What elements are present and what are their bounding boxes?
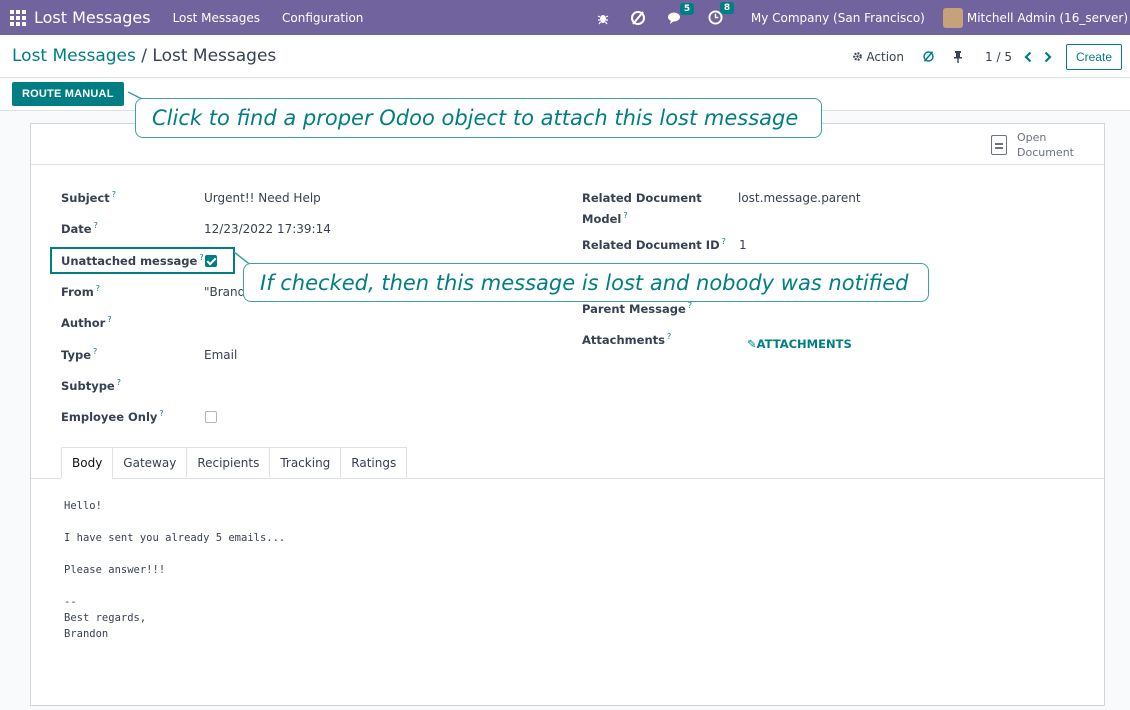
tab-ratings[interactable]: Ratings	[340, 447, 408, 479]
pager-value[interactable]: 1 / 5	[985, 50, 1012, 64]
body-line: Please answer!!!	[64, 564, 166, 576]
body-line: Brandon	[64, 628, 109, 640]
chat-count-badge: 5	[679, 2, 695, 15]
parent-message-label: Parent Message?	[582, 301, 693, 316]
date-label: Date?	[61, 221, 98, 236]
company-switcher[interactable]: My Company (San Francisco)	[751, 11, 925, 25]
document-icon	[991, 135, 1007, 155]
action-menu[interactable]: Action	[852, 50, 904, 64]
subject-value[interactable]: Urgent!! Need Help	[204, 191, 321, 205]
type-value[interactable]: Email	[204, 348, 237, 362]
tab-gateway[interactable]: Gateway	[112, 447, 188, 479]
voip-icon[interactable]	[630, 10, 646, 26]
user-menu[interactable]: Mitchell Admin (16_server)	[967, 11, 1128, 25]
subtype-label: Subtype?	[61, 378, 121, 393]
activity-count-badge: 8	[719, 2, 735, 14]
breadcrumb-current: Lost Messages	[152, 46, 277, 66]
related-model-value[interactable]: lost.message.parent	[738, 191, 861, 205]
open-document-line1: Open	[1017, 131, 1047, 144]
paperclip-icon: ✎	[747, 337, 757, 351]
body-line: Hello!	[64, 500, 102, 512]
pin-icon[interactable]	[953, 50, 963, 63]
form-sheet: Open Document Subject? Urgent!! Need Hel…	[30, 123, 1105, 706]
chat-icon[interactable]: 5	[667, 2, 695, 25]
attachments-button[interactable]: ✎ATTACHMENTS	[747, 337, 852, 351]
breadcrumb-separator: /	[135, 46, 153, 66]
body-line	[64, 578, 285, 594]
activity-icon[interactable]: 8	[708, 2, 735, 25]
body-line: --	[64, 596, 77, 608]
tab-body[interactable]: Body	[61, 447, 114, 479]
create-button[interactable]: Create	[1065, 43, 1122, 70]
breadcrumb: Lost Messages / Lost Messages	[12, 46, 276, 66]
app-menu-icon[interactable]	[8, 8, 28, 28]
type-label: Type?	[61, 347, 98, 362]
route-manual-button[interactable]: ROUTE MANUAL	[12, 82, 124, 106]
gear-icon	[853, 52, 863, 61]
body-line	[64, 546, 285, 562]
app-title[interactable]: Lost Messages	[34, 8, 151, 27]
control-panel: Lost Messages / Lost Messages Action 1 /…	[0, 35, 1130, 78]
pager-previous-icon[interactable]	[1024, 51, 1032, 63]
route-manual-tooltip: Click to find a proper Odoo object to at…	[135, 98, 822, 138]
body-line	[64, 514, 285, 530]
user-avatar[interactable]	[942, 7, 963, 28]
debug-icon[interactable]	[596, 11, 610, 25]
employee-only-label: Employee Only?	[61, 409, 164, 424]
sync-icon[interactable]	[922, 50, 935, 63]
related-id-value[interactable]: 1	[739, 238, 747, 252]
employee-only-checkbox[interactable]	[205, 411, 217, 423]
related-model-label: Related Document Model?	[582, 191, 702, 226]
menu-configuration[interactable]: Configuration	[282, 11, 363, 25]
unattached-label: Unattached message?	[61, 253, 204, 268]
menu-lost-messages[interactable]: Lost Messages	[173, 11, 260, 25]
subject-label: Subject?	[61, 190, 117, 205]
top-navbar: Lost Messages Lost Messages Configuratio…	[0, 0, 1130, 35]
attachments-label: Attachments?	[582, 332, 672, 347]
tab-tracking[interactable]: Tracking	[269, 447, 342, 479]
body-line: I have sent you already 5 emails...	[64, 532, 286, 544]
body-line: Best regards,	[64, 612, 147, 624]
open-document-button[interactable]: Open Document	[991, 130, 1074, 160]
unattached-tooltip: If checked, then this message is lost an…	[243, 263, 929, 302]
tab-recipients[interactable]: Recipients	[186, 447, 271, 479]
message-body: Hello! I have sent you already 5 emails.…	[64, 498, 285, 642]
author-label: Author?	[61, 315, 112, 330]
notebook-tabs: Body Gateway Recipients Tracking Ratings	[61, 447, 408, 479]
from-label: From?	[61, 284, 100, 299]
related-id-label: Related Document ID?	[582, 237, 726, 252]
date-value[interactable]: 12/23/2022 17:39:14	[204, 222, 331, 236]
action-label: Action	[866, 49, 905, 64]
pager-next-icon[interactable]	[1044, 51, 1052, 63]
breadcrumb-parent[interactable]: Lost Messages	[12, 46, 136, 66]
unattached-checkbox[interactable]	[205, 255, 217, 267]
open-document-line2: Document	[1017, 146, 1074, 159]
